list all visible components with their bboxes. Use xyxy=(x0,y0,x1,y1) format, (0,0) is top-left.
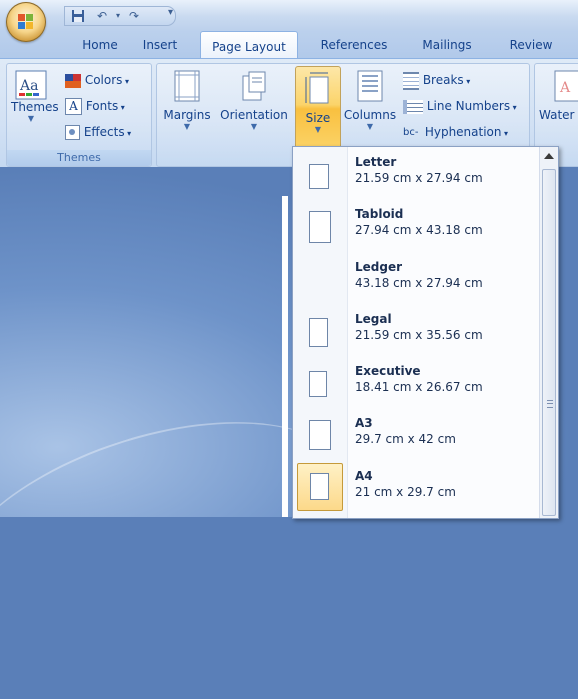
size-option-dimensions: 21.59 cm x 35.56 cm xyxy=(355,328,483,342)
themes-label: Themes xyxy=(11,100,59,114)
page-size-icon xyxy=(309,371,327,397)
effects-icon xyxy=(65,125,80,140)
size-option-name: Letter xyxy=(355,155,397,169)
size-option-ledger[interactable]: Ledger 43.18 cm x 27.94 cm xyxy=(293,256,536,308)
margins-button[interactable]: Margins ▼ xyxy=(163,70,211,132)
line-numbers-label: Line Numbers xyxy=(426,99,511,113)
size-option-a4[interactable]: A4 21 cm x 29.7 cm xyxy=(293,463,536,517)
title-bar: ↶ ▾ ↷ ▾ xyxy=(0,0,578,30)
size-option-a3[interactable]: A3 29.7 cm x 42 cm xyxy=(293,412,536,464)
svg-text:A: A xyxy=(559,80,571,96)
fonts-button[interactable]: A Fonts ▾ xyxy=(65,96,125,116)
size-dropdown-menu: Letter 21.59 cm x 27.94 cm Tabloid 27.94… xyxy=(292,146,559,519)
size-option-letter[interactable]: Letter 21.59 cm x 27.94 cm xyxy=(293,151,536,203)
grip-icon xyxy=(547,400,553,408)
orientation-icon xyxy=(242,71,266,101)
quick-access-toolbar: ↶ ▾ ↷ xyxy=(64,6,176,26)
menu-scrollbar[interactable] xyxy=(539,147,558,518)
undo-dropdown-icon[interactable]: ▾ xyxy=(111,9,125,23)
chevron-down-icon: ▼ xyxy=(183,122,191,131)
size-option-name: Legal xyxy=(355,312,392,326)
fonts-icon: A xyxy=(65,98,82,115)
columns-label: Columns xyxy=(343,108,397,122)
size-option-executive[interactable]: Executive 18.41 cm x 26.67 cm xyxy=(293,360,536,412)
line-numbers-button[interactable]: Line Numbers ▾ xyxy=(403,96,517,116)
chevron-down-icon: ▼ xyxy=(250,122,258,131)
chevron-down-icon: ▼ xyxy=(27,114,35,123)
columns-icon xyxy=(357,70,383,102)
scroll-up-icon[interactable] xyxy=(544,153,554,159)
themes-button[interactable]: Aa Themes ▼ xyxy=(11,70,59,124)
effects-button[interactable]: Effects ▾ xyxy=(65,122,131,142)
tab-insert[interactable]: Insert xyxy=(136,30,184,58)
orientation-button[interactable]: Orientation ▼ xyxy=(219,70,289,132)
size-option-name: Ledger xyxy=(355,260,403,274)
margins-label: Margins xyxy=(163,108,211,122)
page-size-icon xyxy=(309,318,328,347)
size-option-name: A4 xyxy=(355,469,373,483)
size-option-dimensions: 29.7 cm x 42 cm xyxy=(355,432,456,446)
size-option-tabloid[interactable]: Tabloid 27.94 cm x 43.18 cm xyxy=(293,203,536,255)
office-logo-icon xyxy=(18,14,34,30)
page-size-icon xyxy=(310,473,329,500)
redo-icon[interactable]: ↷ xyxy=(127,9,141,23)
customize-toolbar-icon[interactable]: ▾ xyxy=(168,7,173,18)
tab-review[interactable]: Review xyxy=(500,30,562,58)
fonts-label: Fonts xyxy=(85,99,119,113)
watermark-label: Water xyxy=(539,108,575,122)
colors-icon xyxy=(65,73,81,88)
effects-label: Effects xyxy=(83,125,125,139)
size-option-dimensions: 21.59 cm x 27.94 cm xyxy=(355,171,483,185)
svg-text:Aa: Aa xyxy=(19,78,38,94)
tab-mailings[interactable]: Mailings xyxy=(414,30,480,58)
undo-icon[interactable]: ↶ xyxy=(95,9,109,23)
chevron-down-icon: ▼ xyxy=(366,122,374,131)
page-size-icon xyxy=(309,211,331,243)
colors-button[interactable]: Colors ▾ xyxy=(65,70,129,90)
page-size-icon xyxy=(309,420,331,450)
size-option-dimensions: 43.18 cm x 27.94 cm xyxy=(355,276,483,290)
size-option-legal[interactable]: Legal 21.59 cm x 35.56 cm xyxy=(293,308,536,360)
themes-group-label: Themes xyxy=(7,150,151,166)
chevron-down-icon: ▼ xyxy=(314,125,322,134)
colors-label: Colors xyxy=(84,73,123,87)
margins-icon xyxy=(174,70,200,102)
scrollbar-thumb[interactable] xyxy=(542,169,556,516)
watermark-icon: A xyxy=(554,70,578,102)
size-option-dimensions: 18.41 cm x 26.67 cm xyxy=(355,380,483,394)
save-icon[interactable] xyxy=(71,9,85,23)
size-label: Size xyxy=(305,111,331,125)
size-option-name: Executive xyxy=(355,364,421,378)
themes-icon: Aa xyxy=(15,70,47,100)
breaks-icon xyxy=(403,71,419,90)
columns-button[interactable]: Columns ▼ xyxy=(343,70,397,132)
breaks-button[interactable]: Breaks ▾ xyxy=(403,70,470,90)
hyphenation-icon: bc- xyxy=(403,126,419,138)
watermark-button[interactable]: A Water xyxy=(539,70,578,122)
size-option-name: A3 xyxy=(355,416,373,430)
tab-home[interactable]: Home xyxy=(76,30,124,58)
size-option-dimensions: 21 cm x 29.7 cm xyxy=(355,485,456,499)
size-option-name: Tabloid xyxy=(355,207,404,221)
orientation-label: Orientation xyxy=(220,108,288,122)
size-option-dimensions: 27.94 cm x 43.18 cm xyxy=(355,223,483,237)
line-numbers-icon xyxy=(403,99,423,114)
hyphenation-label: Hyphenation xyxy=(424,125,502,139)
themes-group: Aa Themes ▼ Colors ▾ A Fonts ▾ Effects ▾… xyxy=(6,63,152,167)
document-page-edge xyxy=(282,196,288,517)
size-icon xyxy=(305,72,329,104)
tab-references[interactable]: References xyxy=(312,30,396,58)
office-button[interactable] xyxy=(6,2,46,42)
page-size-icon xyxy=(309,164,329,189)
tab-page-layout[interactable]: Page Layout xyxy=(200,31,298,60)
breaks-label: Breaks xyxy=(422,73,464,87)
hyphenation-button[interactable]: bc- Hyphenation ▾ xyxy=(403,122,508,142)
size-button[interactable]: Size ▼ xyxy=(295,66,341,152)
ribbon-tabs: Home Insert Page Layout References Maili… xyxy=(0,30,578,60)
